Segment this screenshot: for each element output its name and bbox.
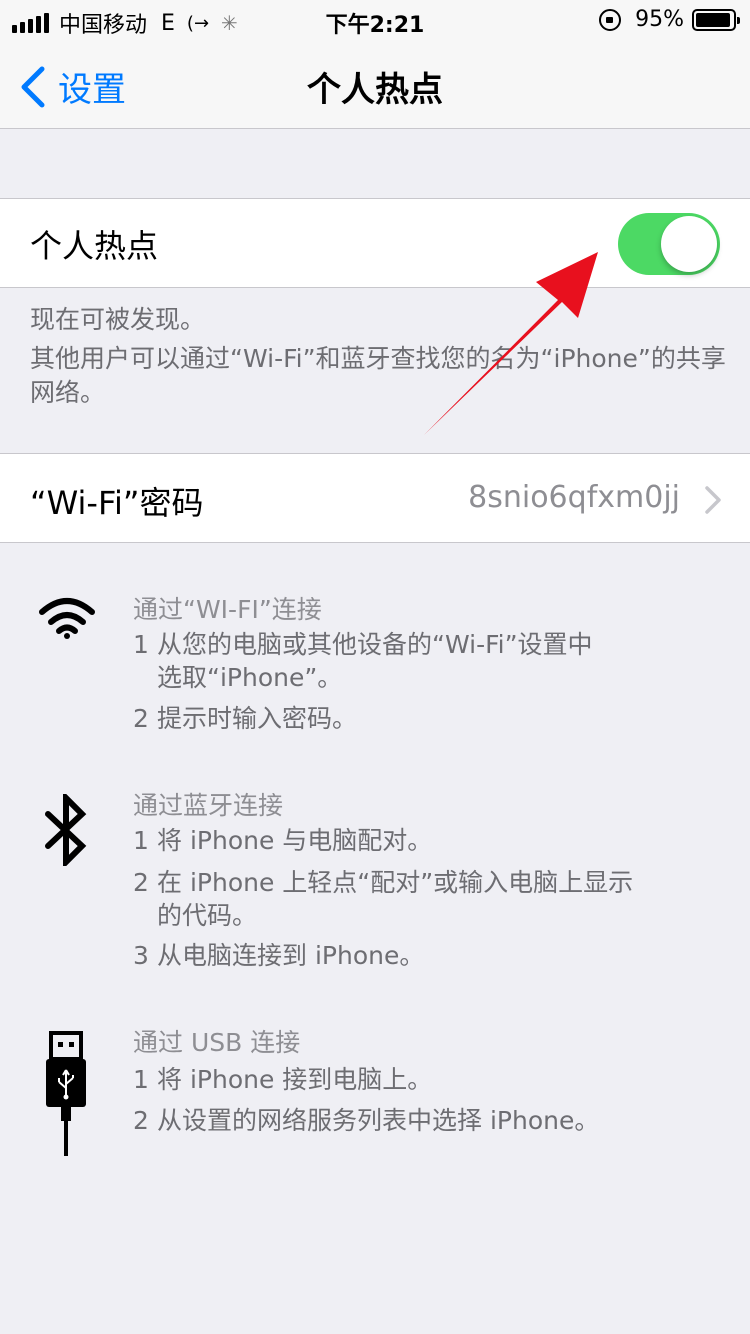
battery-percent: 95% — [635, 7, 684, 32]
wifi-password-label: “Wi-Fi”密码 — [30, 484, 204, 522]
step-number: 1 — [133, 630, 149, 659]
step-number: 1 — [133, 1065, 149, 1094]
battery-fill — [696, 12, 731, 27]
page-title: 个人热点 — [307, 70, 443, 110]
wifi-password-value: 8snio6qfxm0jj — [468, 480, 680, 515]
step-number: 1 — [133, 826, 149, 855]
rotation-lock-icon — [599, 8, 622, 31]
usb-step: 2 从设置的网络服务列表中选择 iPhone。 — [133, 1104, 599, 1137]
chevron-right-icon — [705, 486, 721, 514]
step-number: 2 — [133, 1106, 149, 1135]
toggle-knob — [661, 216, 717, 272]
step-text: 提示时输入密码。 — [157, 704, 358, 733]
step-text: 在 iPhone 上轻点“配对”或输入电脑上显示 — [157, 868, 634, 897]
hotspot-cell: 个人热点 — [0, 198, 750, 288]
step-number: 2 — [133, 868, 149, 897]
step-text-continued: 选取“iPhone”。 — [157, 663, 343, 692]
discoverable-text: 现在可被发现。 — [30, 305, 206, 334]
step-number: 3 — [133, 941, 149, 970]
battery-icon — [692, 8, 740, 31]
bluetooth-icon — [45, 794, 87, 866]
bluetooth-step: 2 在 iPhone 上轻点“配对”或输入电脑上显示 的代码。 — [133, 866, 633, 932]
wifi-step: 1 从您的电脑或其他设备的“Wi-Fi”设置中 选取“iPhone”。 — [133, 628, 593, 694]
step-text-continued: 的代码。 — [157, 901, 258, 930]
hotspot-toggle[interactable] — [618, 213, 720, 275]
usb-icon — [46, 1031, 86, 1156]
step-text: 将 iPhone 与电脑配对。 — [157, 826, 433, 855]
step-text: 将 iPhone 接到电脑上。 — [157, 1065, 433, 1094]
wifi-icon — [39, 598, 95, 639]
step-number: 2 — [133, 704, 149, 733]
step-text: 从设置的网络服务列表中选择 iPhone。 — [157, 1106, 600, 1135]
hotspot-label: 个人热点 — [30, 227, 159, 265]
step-text: 从电脑连接到 iPhone。 — [157, 941, 425, 970]
bluetooth-step: 1 将 iPhone 与电脑配对。 — [133, 824, 432, 857]
wifi-step: 2 提示时输入密码。 — [133, 702, 357, 735]
step-text: 从您的电脑或其他设备的“Wi-Fi”设置中 — [157, 630, 593, 659]
status-bar-right: 95% — [599, 7, 740, 32]
discoverable-description: 其他用户可以通过“Wi-Fi”和蓝牙查找您的名为“iPhone”的共享网络。 — [30, 344, 726, 407]
usb-connect-title: 通过 USB 连接 — [133, 1028, 301, 1057]
usb-step: 1 将 iPhone 接到电脑上。 — [133, 1063, 432, 1096]
status-bar: 中国移动 E (→ ✳ 下午2:21 95% — [0, 0, 750, 40]
bluetooth-connect-title: 通过蓝牙连接 — [133, 791, 284, 820]
wifi-password-cell[interactable]: “Wi-Fi”密码 8snio6qfxm0jj — [0, 453, 750, 543]
wifi-connect-title: 通过“WI-FI”连接 — [133, 595, 322, 624]
navigation-bar: 设置 个人热点 — [0, 40, 750, 129]
bluetooth-step: 3 从电脑连接到 iPhone。 — [133, 939, 424, 972]
